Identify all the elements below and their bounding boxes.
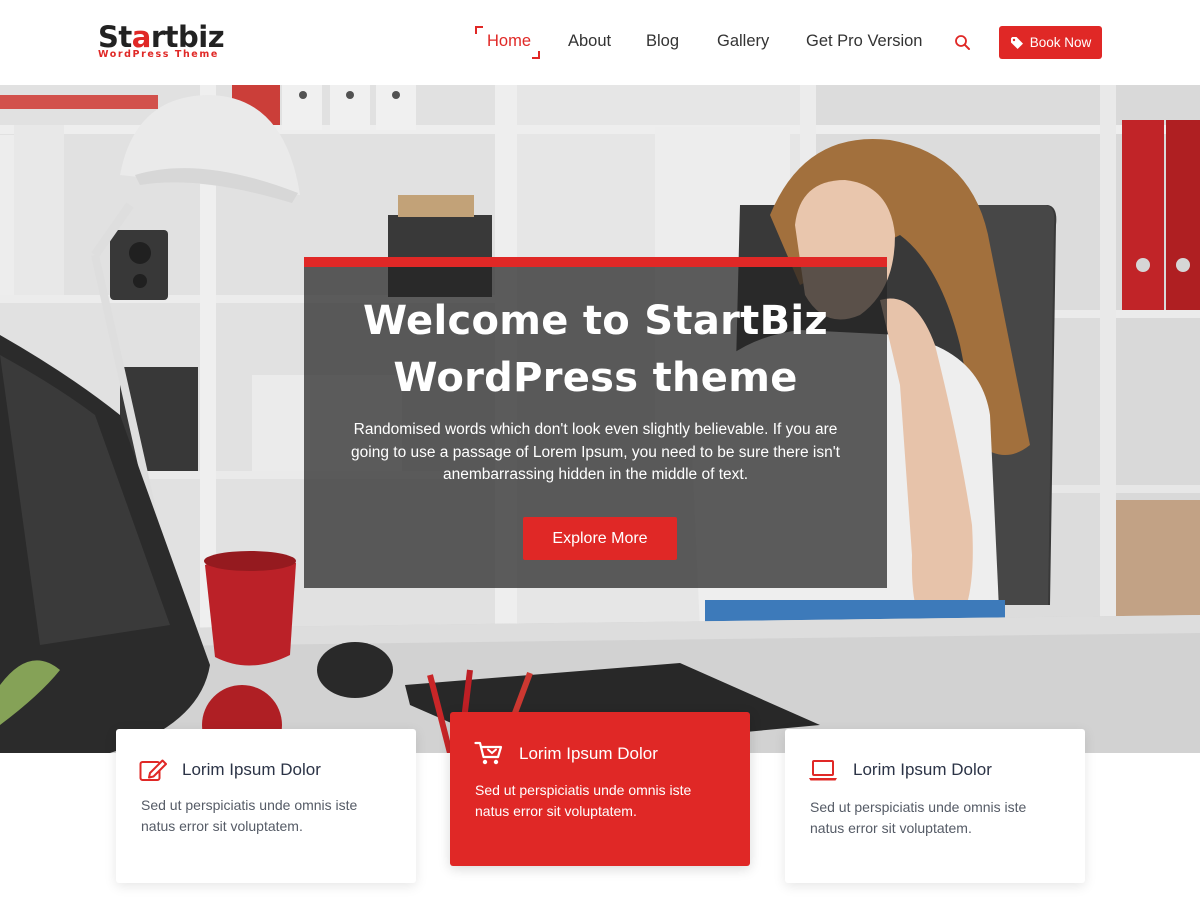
search-icon[interactable]	[954, 34, 972, 52]
nav-item-home[interactable]: Home	[475, 26, 541, 59]
active-corner-top-left	[475, 26, 483, 34]
hero-title: Welcome to StartBiz WordPress theme	[304, 293, 887, 407]
feature-card-2[interactable]: Lorim Ipsum Dolor Sed ut perspiciatis un…	[450, 712, 750, 866]
feature-card-1[interactable]: Lorim Ipsum Dolor Sed ut perspiciatis un…	[116, 729, 416, 883]
hero-accent-bar	[304, 257, 887, 267]
hero-description: Randomised words which don't look even s…	[351, 421, 840, 483]
site-header: Startbiz WordPress Theme Home About Blog…	[0, 0, 1200, 85]
hero-title-line-1: Welcome to StartBiz	[363, 298, 828, 344]
tag-icon	[1010, 36, 1024, 50]
nav-item-gallery[interactable]: Gallery	[717, 30, 769, 52]
feature-card-3[interactable]: Lorim Ipsum Dolor Sed ut perspiciatis un…	[785, 729, 1085, 883]
feature-text: Sed ut perspiciatis unde omnis iste natu…	[141, 797, 358, 834]
feature-text: Sed ut perspiciatis unde omnis iste natu…	[475, 782, 692, 819]
book-now-button[interactable]: Book Now	[999, 26, 1102, 59]
feature-title: Lorim Ipsum Dolor	[182, 760, 321, 779]
feature-text: Sed ut perspiciatis unde omnis iste natu…	[810, 799, 1027, 836]
edit-icon	[139, 757, 169, 783]
cart-icon	[474, 740, 504, 766]
hero-banner: Welcome to StartBiz WordPress theme Rand…	[0, 85, 1200, 753]
feature-title: Lorim Ipsum Dolor	[853, 760, 992, 779]
nav-item-get-pro-version[interactable]: Get Pro Version	[806, 30, 922, 52]
site-logo[interactable]: Startbiz WordPress Theme	[98, 22, 238, 62]
book-now-label: Book Now	[1029, 35, 1092, 50]
explore-more-button[interactable]: Explore More	[523, 517, 677, 560]
logo-wordmark: Startbiz	[98, 20, 225, 54]
laptop-icon	[808, 757, 838, 783]
nav-item-blog[interactable]: Blog	[646, 30, 679, 52]
feature-title: Lorim Ipsum Dolor	[519, 744, 658, 763]
logo-tagline: WordPress Theme	[98, 49, 219, 60]
nav-item-about[interactable]: About	[568, 30, 611, 52]
hero-title-line-2: WordPress theme	[393, 355, 798, 401]
active-corner-bottom-right	[532, 51, 541, 59]
hero-caption-box: Welcome to StartBiz WordPress theme Rand…	[304, 257, 887, 588]
nav-item-label: Home	[487, 32, 532, 50]
